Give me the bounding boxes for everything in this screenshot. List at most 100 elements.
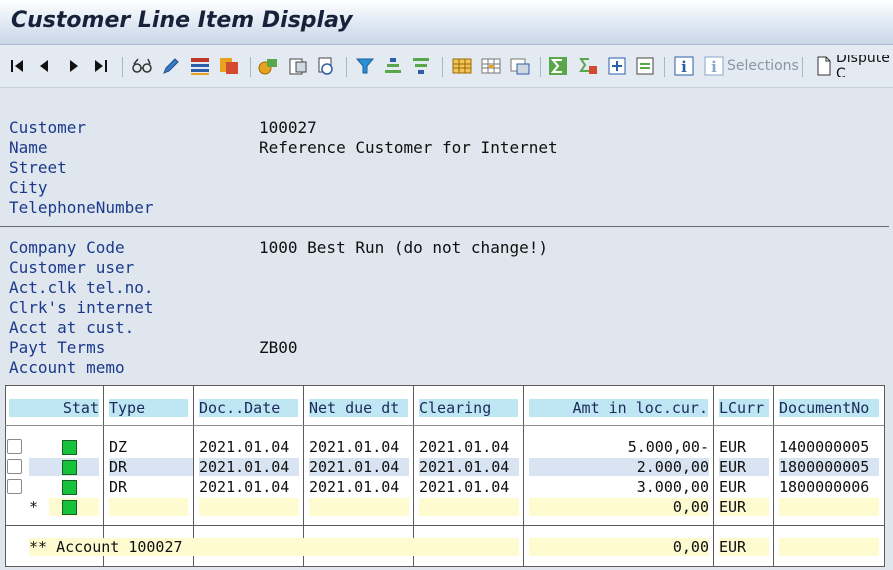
row-select-checkbox[interactable] [7,459,22,474]
section-divider [0,226,889,227]
customer-user-label: Customer user [9,258,135,277]
doc-date-cell: 2021.01.04 [199,478,290,496]
doc-date-cell [199,498,299,516]
mail-icon[interactable] [314,55,338,77]
grid-icon[interactable] [450,55,474,77]
toolbar-separator [540,57,541,77]
status-green-icon [62,500,77,515]
toolbar-separator [250,57,251,77]
street-label: Street [9,158,67,177]
currency-icon[interactable] [256,55,280,77]
clearing-cell: 2021.01.04 [419,478,510,496]
next-page-icon[interactable] [66,55,82,77]
status-green-icon [62,460,77,475]
filter-icon[interactable] [354,55,376,77]
selections-info-icon[interactable]: i [703,55,725,77]
prev-page-icon[interactable] [36,55,52,77]
total-row-divider [5,525,884,526]
type-cell: DR [109,458,193,476]
subtotal-marker: * [29,498,39,516]
currency-cell: EUR [719,438,747,456]
payment-terms-value: ZB00 [259,338,298,357]
net-due-cell: 2021.01.04 [309,478,400,496]
document-no-cell: 1400000005 [779,438,870,456]
customer-label: Customer [9,118,87,137]
toolbar-separator [664,57,665,77]
column-header-net-due[interactable]: Net due dt [309,399,408,417]
document-no-cell [779,538,879,556]
toolbar-separator [346,57,347,77]
status-green-icon [62,440,77,455]
row-select-checkbox[interactable] [7,479,22,494]
subtotal-amount: 0,00 [529,498,709,516]
column-header-type[interactable]: Type [109,399,188,417]
name-label: Name [9,138,48,157]
column-divider [713,385,714,566]
doc-date-cell: 2021.01.04 [199,438,290,456]
acct-at-cust-label: Acct at cust. [9,318,135,337]
column-header-lcurr[interactable]: LCurr [719,399,769,417]
net-due-cell: 2021.01.04 [309,458,409,476]
company-code-label: Company Code [9,238,125,257]
last-page-icon[interactable] [92,55,110,77]
header-row-divider [5,425,884,426]
city-label: City [9,178,48,197]
toolbar-separator [802,57,803,77]
type-cell: DR [109,478,128,496]
total-currency: EUR [719,538,769,556]
svg-text:i: i [681,58,687,76]
net-due-cell: 2021.01.04 [309,438,400,456]
column-header-amount[interactable]: Amt in loc.cur. [529,399,708,417]
subtotal-currency: EUR [719,498,769,516]
act-clk-tel-label: Act.clk tel.no. [9,278,154,297]
amount-cell: 2.000,00 [529,458,709,476]
export-icon[interactable] [606,55,628,77]
type-cell [109,498,188,516]
subtotal-icon[interactable] [576,55,600,77]
net-due-cell [309,498,409,516]
grid-total-icon[interactable] [508,55,532,77]
toolbar-separator [442,57,443,77]
application-toolbar: i i Selections Dispute C [0,45,893,88]
document-icon[interactable] [286,55,310,77]
window-title: Customer Line Item Display [11,8,353,33]
layout-icon[interactable] [188,55,212,77]
dispute-document-icon[interactable] [814,55,834,77]
clerk-internet-label: Clrk's internet [9,298,154,317]
svg-text:i: i [711,58,717,76]
document-no-cell: 1800000006 [779,478,870,496]
first-page-icon[interactable] [8,55,26,77]
glasses-icon[interactable] [130,55,154,77]
total-account-label: ** Account 100027 [29,538,519,556]
doc-date-cell: 2021.01.04 [199,458,299,476]
payment-terms-label: Payt Terms [9,338,106,357]
column-header-doc-date[interactable]: Doc..Date [199,399,298,417]
document-no-cell [779,498,879,516]
account-memo-label: Account memo [9,358,125,377]
name-value: Reference Customer for Internet [259,138,558,157]
clearing-cell [419,498,519,516]
sum-icon[interactable] [547,55,569,77]
currency-cell: EUR [719,478,747,496]
clearing-cell: 2021.01.04 [419,458,519,476]
grid-subtotal-icon[interactable] [479,55,503,77]
amount-cell: 5.000,00- [627,438,709,456]
pencil-icon[interactable] [160,55,182,77]
column-header-stat[interactable]: Stat [9,399,99,417]
import-icon[interactable] [634,55,656,77]
selections-button[interactable]: Selections [727,55,799,77]
row-select-checkbox[interactable] [7,439,22,454]
display-change-icon[interactable] [217,55,241,77]
status-green-icon [62,480,77,495]
currency-cell: EUR [719,458,769,476]
document-no-cell: 1800000005 [779,458,879,476]
title-bar: Customer Line Item Display [0,0,893,45]
toolbar-separator [122,57,123,77]
column-header-clearing[interactable]: Clearing [419,399,518,417]
sort-ascending-icon[interactable] [382,55,404,77]
info-icon[interactable]: i [673,55,695,77]
column-header-document-no[interactable]: DocumentNo [779,399,879,417]
column-divider [773,385,774,566]
sort-descending-icon[interactable] [410,55,432,77]
dispute-button[interactable]: Dispute C [836,55,893,77]
